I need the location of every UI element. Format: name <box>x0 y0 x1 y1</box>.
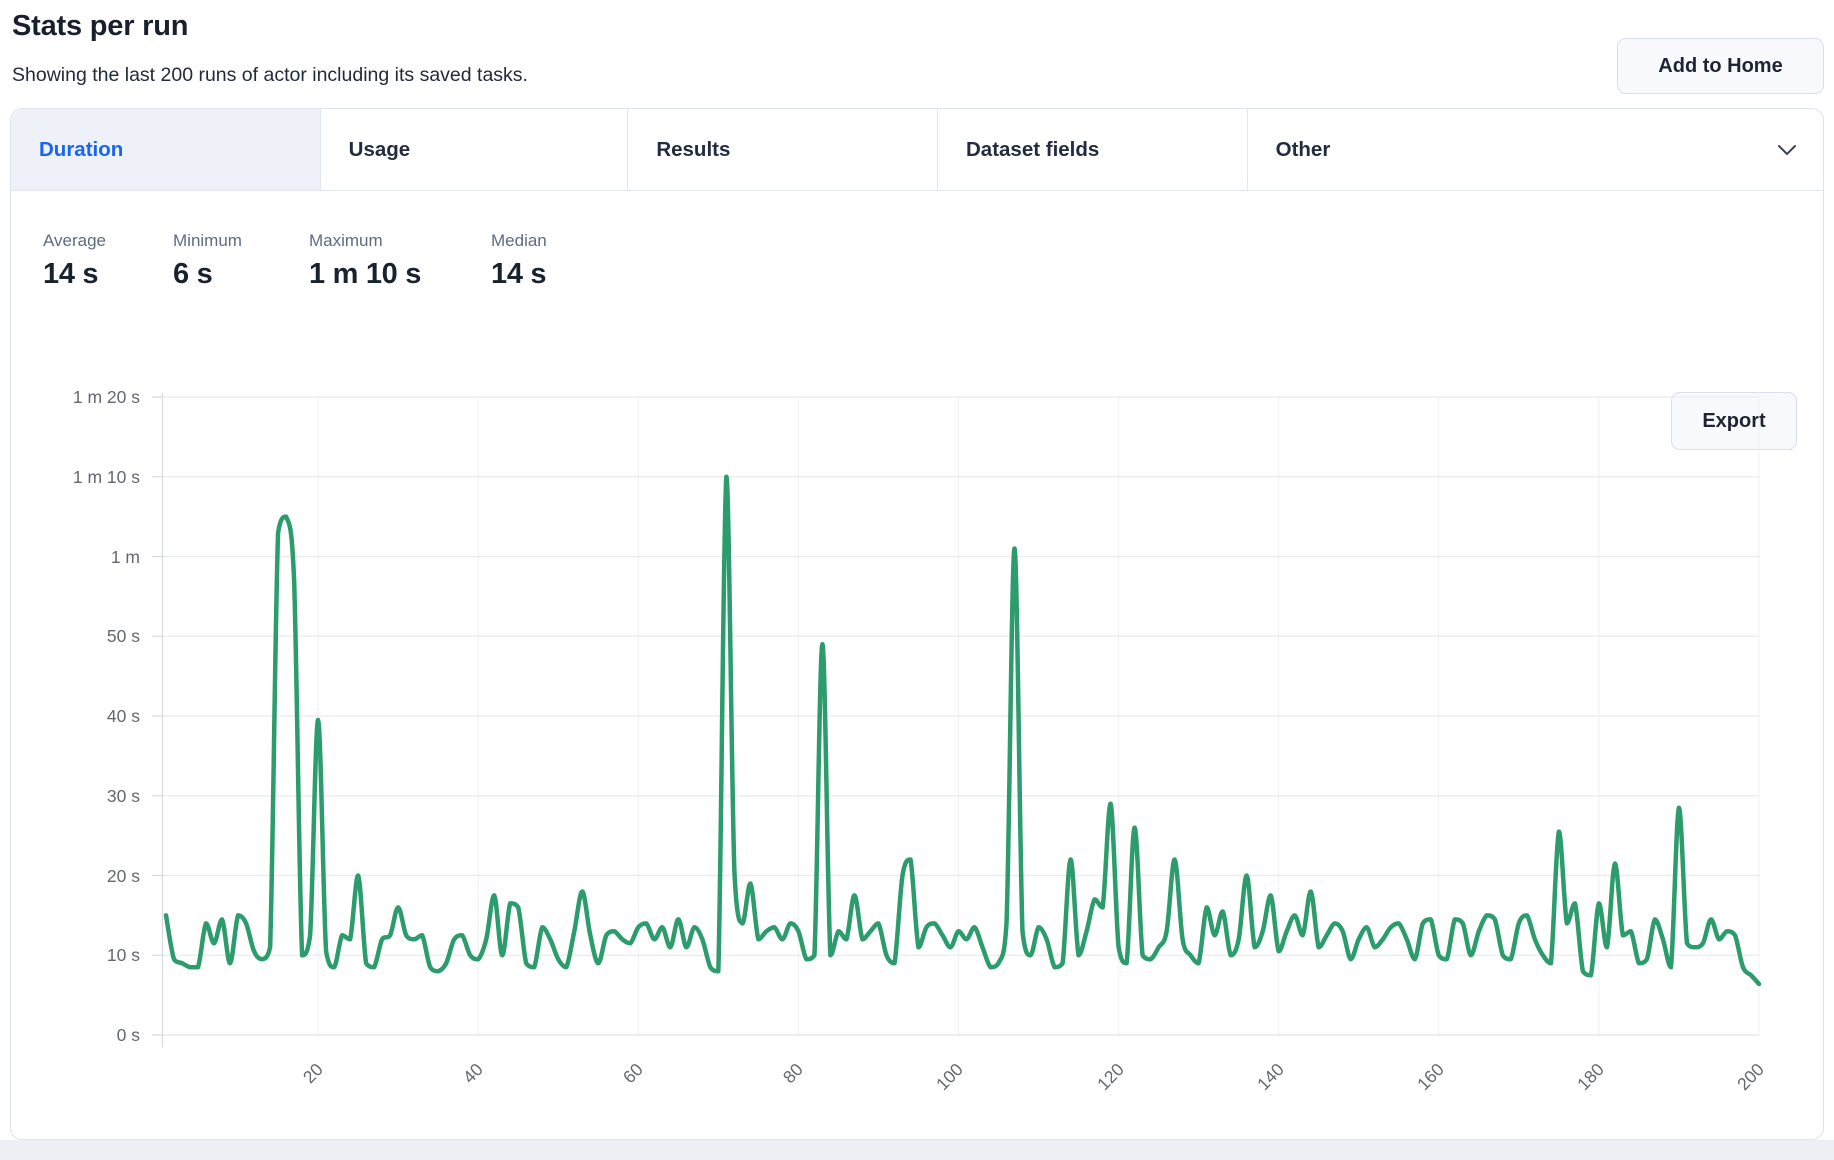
tab-other[interactable]: Other <box>1248 109 1823 190</box>
export-label: Export <box>1702 410 1765 433</box>
y-axis-tick-label: 1 m 10 s <box>20 466 140 488</box>
tab-label: Dataset fields <box>966 138 1099 162</box>
y-axis-tick-label: 1 m <box>20 546 140 568</box>
add-to-home-label: Add to Home <box>1658 55 1782 78</box>
stat-median: Median 14 s <box>491 231 547 291</box>
stat-value: 1 m 10 s <box>309 258 421 291</box>
tab-label: Usage <box>349 138 411 162</box>
stat-value: 6 s <box>173 258 242 291</box>
stat-average: Average 14 s <box>43 231 106 291</box>
tab-usage[interactable]: Usage <box>321 109 629 190</box>
page-title: Stats per run <box>12 10 188 43</box>
tab-label: Duration <box>39 138 123 162</box>
stats-card: DurationUsageResultsDataset fieldsOther … <box>10 108 1824 1140</box>
stat-value: 14 s <box>43 258 106 291</box>
stat-maximum: Maximum 1 m 10 s <box>309 231 421 291</box>
tab-label: Results <box>656 138 730 162</box>
stat-label: Maximum <box>309 231 421 251</box>
tab-bar: Duration Usage Results Dataset fields Other <box>11 109 1823 191</box>
y-axis-tick-label: 10 s <box>20 944 140 966</box>
chevron-down-icon <box>1777 144 1797 156</box>
stat-minimum: Minimum 6 s <box>173 231 242 291</box>
y-axis-tick-label: 1 m 20 s <box>20 386 140 408</box>
export-button[interactable]: Export <box>1671 392 1797 450</box>
stats-per-run-page: Stats per run Showing the last 200 runs … <box>0 0 1834 1160</box>
y-axis-tick-label: 50 s <box>20 625 140 647</box>
tab-label: Other <box>1276 138 1331 162</box>
y-axis-tick-label: 30 s <box>20 785 140 807</box>
stat-label: Median <box>491 231 547 251</box>
page-subtitle: Showing the last 200 runs of actor inclu… <box>12 64 528 87</box>
stat-value: 14 s <box>491 258 547 291</box>
page-bottom-strip <box>0 1140 1834 1160</box>
chart-plot-area[interactable] <box>173 506 1771 1146</box>
tab-dataset-fields[interactable]: Dataset fields <box>938 109 1248 190</box>
y-axis-tick-label: 20 s <box>20 865 140 887</box>
y-axis-tick-label: 40 s <box>20 705 140 727</box>
tab-duration[interactable]: Duration <box>11 109 321 190</box>
stat-label: Minimum <box>173 231 242 251</box>
y-axis-tick-label: 0 s <box>20 1024 140 1046</box>
add-to-home-button[interactable]: Add to Home <box>1617 38 1824 94</box>
stat-label: Average <box>43 231 106 251</box>
tab-results[interactable]: Results <box>628 109 938 190</box>
